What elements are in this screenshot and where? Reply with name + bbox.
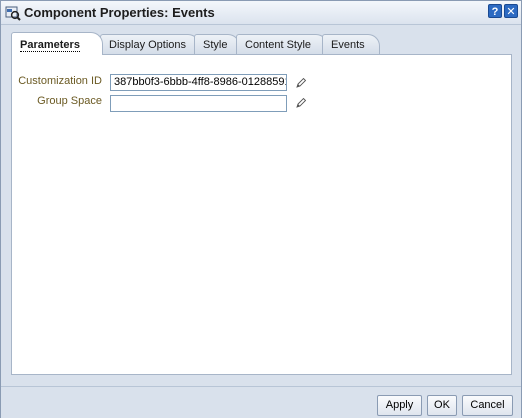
pencil-icon[interactable] [295,77,307,89]
title-bar: Component Properties: Events ? ✕ [1,1,521,25]
tab-style-label: Style [203,39,228,51]
content-frame: Parameters Display Options Style Content… [11,32,512,375]
component-properties-icon [5,5,21,21]
tab-content-style[interactable]: Content Style [236,34,328,55]
tab-bar: Parameters Display Options Style Content… [11,32,512,55]
close-icon[interactable]: ✕ [504,4,518,18]
tab-content-style-label: Content Style [245,39,312,51]
apply-button[interactable]: Apply [377,395,422,416]
tab-display-options-label: Display Options [109,39,187,51]
cancel-button[interactable]: Cancel [462,395,513,416]
tab-events[interactable]: Events [322,34,380,55]
ok-button[interactable]: OK [427,395,457,416]
parameters-panel: Customization ID 387bb0f3-6bbb-4ff8-8986… [11,54,512,375]
group-space-label: Group Space [37,95,102,107]
help-icon[interactable]: ? [488,4,502,18]
component-properties-dialog: Component Properties: Events ? ✕ Paramet… [0,0,522,418]
tab-events-label: Events [331,39,365,51]
tab-parameters-label: Parameters [20,39,80,52]
group-space-field[interactable] [110,95,287,112]
tab-display-options[interactable]: Display Options [100,34,200,55]
dialog-footer: Apply OK Cancel [1,386,521,418]
tab-parameters[interactable]: Parameters [11,32,103,55]
customization-id-label: Customization ID [18,75,102,87]
pencil-icon[interactable] [295,97,307,109]
tab-style[interactable]: Style [194,34,240,55]
dialog-title: Component Properties: Events [24,5,215,20]
customization-id-field[interactable]: 387bb0f3-6bbb-4ff8-8986-01288591 [110,74,287,91]
